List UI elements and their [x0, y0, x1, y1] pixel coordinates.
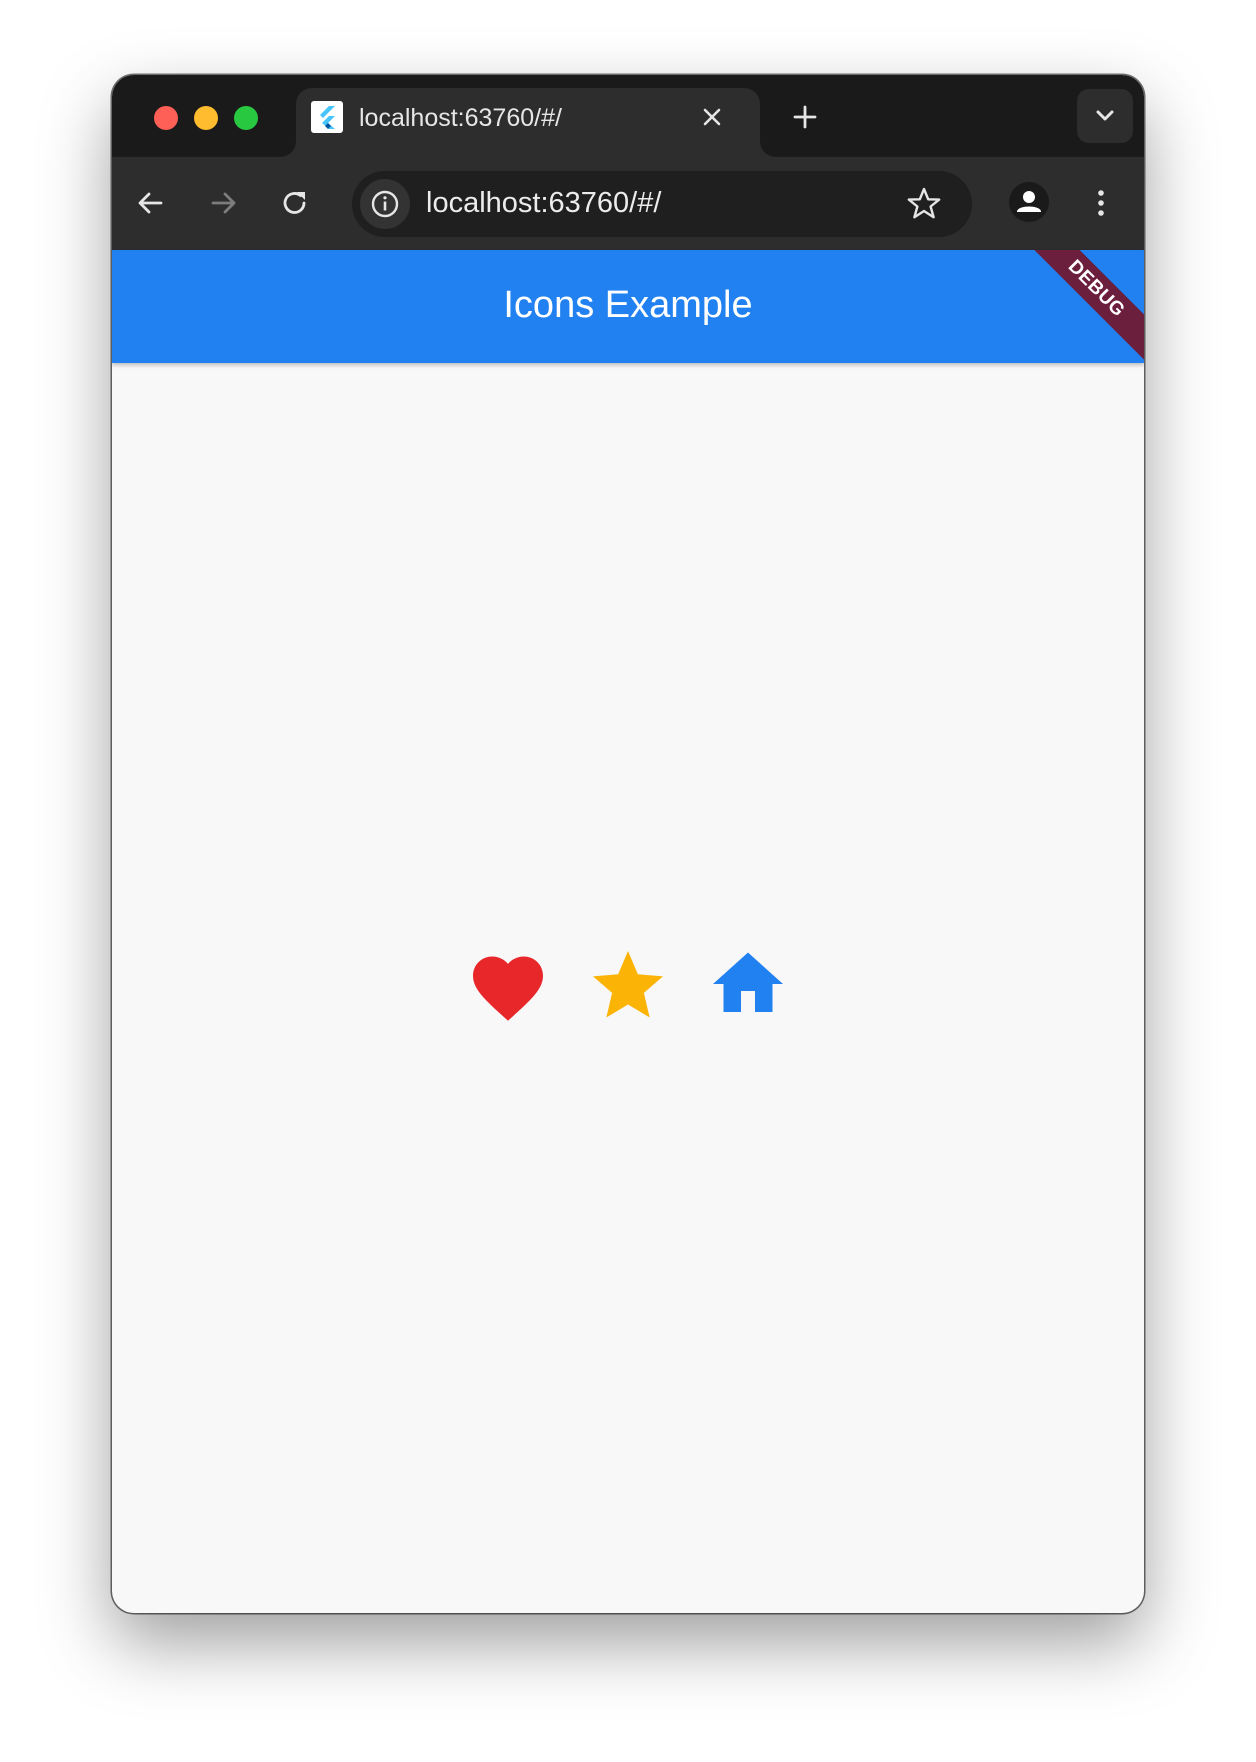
- site-info-button[interactable]: [360, 179, 410, 229]
- close-window-button[interactable]: [154, 106, 178, 130]
- tab-title: localhost:63760/#/: [359, 104, 562, 132]
- reload-icon: [283, 192, 306, 214]
- new-tab-icon[interactable]: [790, 102, 820, 132]
- info-icon: [371, 190, 399, 218]
- more-vert-icon: [1098, 190, 1104, 216]
- star-outline-icon: [907, 187, 941, 219]
- account-icon: [1009, 182, 1049, 222]
- browser-toolbar: localhost:63760/#/: [112, 157, 1144, 250]
- forward-button[interactable]: [201, 181, 245, 225]
- arrow-left-icon: [138, 192, 163, 214]
- tab-search-button[interactable]: [1077, 89, 1133, 143]
- tab-close-icon[interactable]: [699, 104, 725, 130]
- back-button[interactable]: [129, 181, 173, 225]
- app-bar: Icons Example DEBUG: [112, 250, 1144, 363]
- chevron-down-icon: [1096, 110, 1114, 121]
- browser-menu-button[interactable]: [1079, 181, 1123, 225]
- profile-button[interactable]: [1007, 180, 1051, 224]
- arrow-right-icon: [211, 192, 236, 214]
- page-title: Icons Example: [503, 284, 753, 326]
- bookmark-button[interactable]: [904, 184, 944, 224]
- address-bar[interactable]: localhost:63760/#/: [352, 171, 972, 237]
- reload-button[interactable]: [273, 181, 317, 225]
- maximize-window-button[interactable]: [234, 106, 258, 130]
- browser-window: localhost:63760/#/ localhost:63760/#/ Ic…: [112, 75, 1144, 1613]
- home-icon: [706, 942, 790, 1026]
- flutter-favicon-icon: [311, 101, 343, 133]
- url-text: localhost:63760/#/: [426, 187, 662, 219]
- minimize-window-button[interactable]: [194, 106, 218, 130]
- heart-icon: [466, 946, 550, 1030]
- browser-tab[interactable]: localhost:63760/#/: [296, 88, 760, 157]
- star-icon: [586, 944, 670, 1028]
- tab-strip: localhost:63760/#/: [112, 75, 1144, 157]
